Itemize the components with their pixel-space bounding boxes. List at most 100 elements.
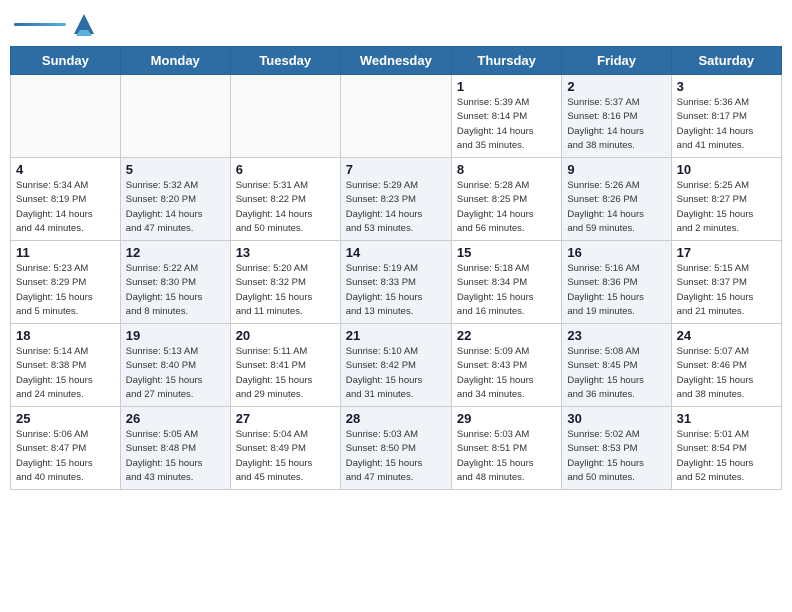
day-number: 18	[16, 328, 115, 343]
day-number: 12	[126, 245, 225, 260]
day-info: Sunrise: 5:37 AM Sunset: 8:16 PM Dayligh…	[567, 96, 665, 153]
day-number: 25	[16, 411, 115, 426]
calendar-day-cell: 3 Sunrise: 5:36 AM Sunset: 8:17 PM Daylig…	[671, 75, 781, 158]
day-number: 13	[236, 245, 335, 260]
calendar-day-cell: 23 Sunrise: 5:08 AM Sunset: 8:45 PM Dayli…	[562, 324, 671, 407]
calendar-day-cell	[120, 75, 230, 158]
calendar-day-cell: 10Sunrise: 5:25 AM Sunset: 8:27 PM Dayli…	[671, 158, 781, 241]
calendar-day-cell: 13 Sunrise: 5:20 AM Sunset: 8:32 PM Dayli…	[230, 241, 340, 324]
calendar-day-cell: 20 Sunrise: 5:11 AM Sunset: 8:41 PM Dayli…	[230, 324, 340, 407]
calendar-day-cell	[11, 75, 121, 158]
calendar-week-row: 18 Sunrise: 5:14 AM Sunset: 8:38 PM Dayli…	[11, 324, 782, 407]
day-info: Sunrise: 5:22 AM Sunset: 8:30 PM Dayligh…	[126, 262, 225, 319]
calendar-day-cell: 12 Sunrise: 5:22 AM Sunset: 8:30 PM Dayli…	[120, 241, 230, 324]
day-number: 31	[677, 411, 776, 426]
calendar-day-cell: 24 Sunrise: 5:07 AM Sunset: 8:46 PM Dayli…	[671, 324, 781, 407]
day-number: 7	[346, 162, 446, 177]
weekday-header: Thursday	[451, 47, 561, 75]
weekday-header: Saturday	[671, 47, 781, 75]
day-info: Sunrise: 5:03 AM Sunset: 8:51 PM Dayligh…	[457, 428, 556, 485]
day-number: 19	[126, 328, 225, 343]
calendar-day-cell: 2 Sunrise: 5:37 AM Sunset: 8:16 PM Daylig…	[562, 75, 671, 158]
calendar-header-row: SundayMondayTuesdayWednesdayThursdayFrid…	[11, 47, 782, 75]
calendar-day-cell: 19 Sunrise: 5:13 AM Sunset: 8:40 PM Dayli…	[120, 324, 230, 407]
calendar-table: SundayMondayTuesdayWednesdayThursdayFrid…	[10, 46, 782, 490]
day-number: 2	[567, 79, 665, 94]
day-number: 29	[457, 411, 556, 426]
calendar-day-cell: 25 Sunrise: 5:06 AM Sunset: 8:47 PM Dayli…	[11, 407, 121, 490]
weekday-header: Monday	[120, 47, 230, 75]
day-number: 30	[567, 411, 665, 426]
day-number: 6	[236, 162, 335, 177]
calendar-day-cell: 8Sunrise: 5:28 AM Sunset: 8:25 PM Daylig…	[451, 158, 561, 241]
calendar-day-cell: 15 Sunrise: 5:18 AM Sunset: 8:34 PM Dayli…	[451, 241, 561, 324]
logo	[14, 10, 98, 38]
weekday-header: Wednesday	[340, 47, 451, 75]
calendar-day-cell: 29 Sunrise: 5:03 AM Sunset: 8:51 PM Dayli…	[451, 407, 561, 490]
page-header	[10, 10, 782, 38]
calendar-day-cell: 4Sunrise: 5:34 AM Sunset: 8:19 PM Daylig…	[11, 158, 121, 241]
day-number: 27	[236, 411, 335, 426]
day-info: Sunrise: 5:07 AM Sunset: 8:46 PM Dayligh…	[677, 345, 776, 402]
calendar-day-cell: 7Sunrise: 5:29 AM Sunset: 8:23 PM Daylig…	[340, 158, 451, 241]
day-number: 23	[567, 328, 665, 343]
day-info: Sunrise: 5:15 AM Sunset: 8:37 PM Dayligh…	[677, 262, 776, 319]
day-number: 3	[677, 79, 776, 94]
day-info: Sunrise: 5:08 AM Sunset: 8:45 PM Dayligh…	[567, 345, 665, 402]
day-number: 15	[457, 245, 556, 260]
day-info: Sunrise: 5:01 AM Sunset: 8:54 PM Dayligh…	[677, 428, 776, 485]
day-number: 1	[457, 79, 556, 94]
calendar-week-row: 25 Sunrise: 5:06 AM Sunset: 8:47 PM Dayli…	[11, 407, 782, 490]
weekday-header: Sunday	[11, 47, 121, 75]
day-number: 11	[16, 245, 115, 260]
day-info: Sunrise: 5:20 AM Sunset: 8:32 PM Dayligh…	[236, 262, 335, 319]
calendar-day-cell: 16 Sunrise: 5:16 AM Sunset: 8:36 PM Dayli…	[562, 241, 671, 324]
day-number: 24	[677, 328, 776, 343]
day-info: Sunrise: 5:36 AM Sunset: 8:17 PM Dayligh…	[677, 96, 776, 153]
day-number: 5	[126, 162, 225, 177]
calendar-day-cell: 1 Sunrise: 5:39 AM Sunset: 8:14 PM Daylig…	[451, 75, 561, 158]
weekday-header: Tuesday	[230, 47, 340, 75]
day-info: Sunrise: 5:05 AM Sunset: 8:48 PM Dayligh…	[126, 428, 225, 485]
calendar-day-cell: 17 Sunrise: 5:15 AM Sunset: 8:37 PM Dayli…	[671, 241, 781, 324]
day-number: 21	[346, 328, 446, 343]
calendar-day-cell: 26 Sunrise: 5:05 AM Sunset: 8:48 PM Dayli…	[120, 407, 230, 490]
day-info: Sunrise: 5:13 AM Sunset: 8:40 PM Dayligh…	[126, 345, 225, 402]
day-number: 17	[677, 245, 776, 260]
calendar-day-cell: 9Sunrise: 5:26 AM Sunset: 8:26 PM Daylig…	[562, 158, 671, 241]
calendar-day-cell: 18 Sunrise: 5:14 AM Sunset: 8:38 PM Dayli…	[11, 324, 121, 407]
calendar-day-cell: 22 Sunrise: 5:09 AM Sunset: 8:43 PM Dayli…	[451, 324, 561, 407]
calendar-day-cell: 11Sunrise: 5:23 AM Sunset: 8:29 PM Dayli…	[11, 241, 121, 324]
day-number: 16	[567, 245, 665, 260]
day-info: Sunrise: 5:06 AM Sunset: 8:47 PM Dayligh…	[16, 428, 115, 485]
calendar-day-cell: 28 Sunrise: 5:03 AM Sunset: 8:50 PM Dayli…	[340, 407, 451, 490]
day-number: 10	[677, 162, 776, 177]
day-info: Sunrise: 5:03 AM Sunset: 8:50 PM Dayligh…	[346, 428, 446, 485]
day-number: 26	[126, 411, 225, 426]
day-info: Sunrise: 5:02 AM Sunset: 8:53 PM Dayligh…	[567, 428, 665, 485]
day-info: Sunrise: 5:11 AM Sunset: 8:41 PM Dayligh…	[236, 345, 335, 402]
day-info: Sunrise: 5:31 AM Sunset: 8:22 PM Dayligh…	[236, 179, 335, 236]
day-info: Sunrise: 5:18 AM Sunset: 8:34 PM Dayligh…	[457, 262, 556, 319]
calendar-day-cell: 30 Sunrise: 5:02 AM Sunset: 8:53 PM Dayli…	[562, 407, 671, 490]
day-number: 28	[346, 411, 446, 426]
calendar-day-cell	[230, 75, 340, 158]
calendar-week-row: 11Sunrise: 5:23 AM Sunset: 8:29 PM Dayli…	[11, 241, 782, 324]
day-info: Sunrise: 5:09 AM Sunset: 8:43 PM Dayligh…	[457, 345, 556, 402]
day-number: 8	[457, 162, 556, 177]
day-info: Sunrise: 5:04 AM Sunset: 8:49 PM Dayligh…	[236, 428, 335, 485]
calendar-week-row: 4Sunrise: 5:34 AM Sunset: 8:19 PM Daylig…	[11, 158, 782, 241]
weekday-header: Friday	[562, 47, 671, 75]
calendar-day-cell: 5Sunrise: 5:32 AM Sunset: 8:20 PM Daylig…	[120, 158, 230, 241]
day-info: Sunrise: 5:26 AM Sunset: 8:26 PM Dayligh…	[567, 179, 665, 236]
day-number: 20	[236, 328, 335, 343]
day-info: Sunrise: 5:39 AM Sunset: 8:14 PM Dayligh…	[457, 96, 556, 153]
day-info: Sunrise: 5:10 AM Sunset: 8:42 PM Dayligh…	[346, 345, 446, 402]
day-info: Sunrise: 5:16 AM Sunset: 8:36 PM Dayligh…	[567, 262, 665, 319]
calendar-day-cell: 14Sunrise: 5:19 AM Sunset: 8:33 PM Dayli…	[340, 241, 451, 324]
day-number: 22	[457, 328, 556, 343]
day-info: Sunrise: 5:14 AM Sunset: 8:38 PM Dayligh…	[16, 345, 115, 402]
calendar-day-cell	[340, 75, 451, 158]
calendar-day-cell: 21 Sunrise: 5:10 AM Sunset: 8:42 PM Dayli…	[340, 324, 451, 407]
calendar-day-cell: 6 Sunrise: 5:31 AM Sunset: 8:22 PM Daylig…	[230, 158, 340, 241]
